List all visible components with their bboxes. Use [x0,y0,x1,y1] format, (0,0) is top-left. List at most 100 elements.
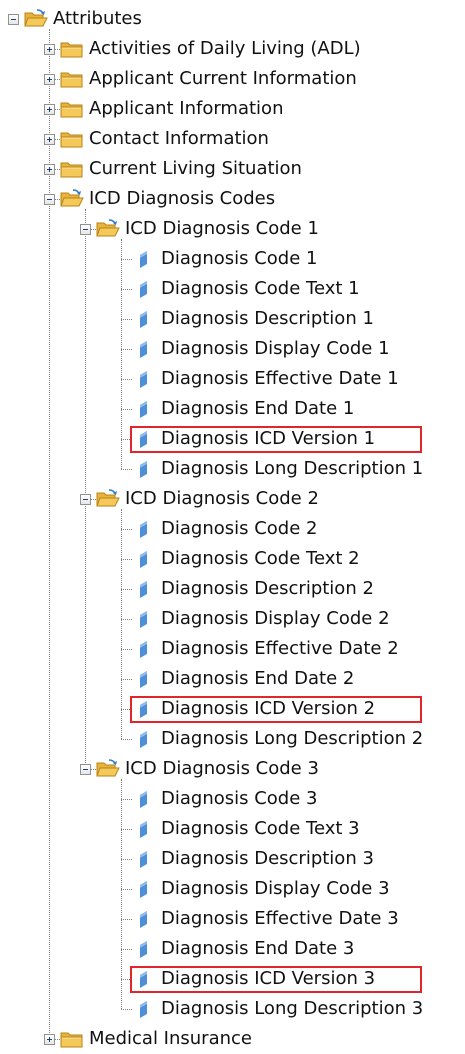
expand-toggle-applicant-information[interactable] [44,104,55,115]
tree-node-label: Applicant Information [89,98,284,119]
folder-open-icon [96,759,120,779]
expand-toggle-activities-of-daily-living-adl[interactable] [44,44,55,55]
folder-open-icon [24,9,48,29]
tree-node-label: Diagnosis Effective Date 1 [161,368,399,389]
tree-node-diagnosis-code-text-3[interactable]: Diagnosis Code Text 3 [160,814,361,844]
tree-connector-line [121,319,132,320]
folder-icon [60,69,84,89]
tree-node-applicant-current-information[interactable]: Applicant Current Information [88,64,358,94]
collapse-toggle-icd-diagnosis-code-3[interactable] [80,764,91,775]
tree-node-label: Diagnosis Description 3 [161,848,374,869]
tree-node-diagnosis-code-2[interactable]: Diagnosis Code 2 [160,514,318,544]
tree-node-label: Diagnosis Display Code 2 [161,608,390,629]
expand-toggle-medical-insurance[interactable] [44,1034,55,1045]
tree-node-diagnosis-effective-date-2[interactable]: Diagnosis Effective Date 2 [160,634,400,664]
tree-node-icd-diagnosis-codes[interactable]: ICD Diagnosis Codes [88,184,276,214]
tree-node-label: Applicant Current Information [89,68,357,89]
expand-toggle-contact-information[interactable] [44,134,55,145]
tree-connector-line [121,259,132,260]
attribute-icon [132,939,156,959]
collapse-toggle-icd-diagnosis-code-2[interactable] [80,494,91,505]
tree-node-diagnosis-description-3[interactable]: Diagnosis Description 3 [160,844,375,874]
tree-node-diagnosis-description-1[interactable]: Diagnosis Description 1 [160,304,375,334]
plus-glyph [49,107,50,112]
expand-toggle-current-living-situation[interactable] [44,164,55,175]
collapse-toggle-attributes[interactable] [8,14,19,25]
tree-node-label: Medical Insurance [89,1028,252,1049]
plus-glyph [49,167,50,172]
attribute-icon [132,999,156,1019]
attribute-icon [132,309,156,329]
tree-connector-line [121,559,132,560]
tree-node-applicant-information[interactable]: Applicant Information [88,94,284,124]
tree-node-diagnosis-long-description-2[interactable]: Diagnosis Long Description 2 [160,724,424,754]
tree-connector-line [121,409,132,410]
tree-node-diagnosis-end-date-1[interactable]: Diagnosis End Date 1 [160,394,355,424]
tree-node-diagnosis-display-code-3[interactable]: Diagnosis Display Code 3 [160,874,391,904]
tree-connector-line [121,919,132,920]
attribute-icon [132,729,156,749]
folder-icon [60,159,84,179]
tree-connector-line [121,469,132,470]
tree-connector-line [85,209,86,769]
attribute-icon [132,249,156,269]
tree-connector-line [121,799,132,800]
attribute-icon [132,639,156,659]
tree-node-diagnosis-long-description-1[interactable]: Diagnosis Long Description 1 [160,454,424,484]
tree-connector-line [121,679,132,680]
plus-glyph [49,137,50,142]
tree-node-label: Diagnosis Display Code 3 [161,878,390,899]
tree-connector-line [121,829,132,830]
tree-node-diagnosis-code-1[interactable]: Diagnosis Code 1 [160,244,318,274]
tree-connector-line [121,859,132,860]
tree-node-label: Diagnosis Code Text 1 [161,278,360,299]
tree-node-diagnosis-code-3[interactable]: Diagnosis Code 3 [160,784,318,814]
folder-icon [60,99,84,119]
tree-node-current-living-situation[interactable]: Current Living Situation [88,154,303,184]
attribute-icon [132,879,156,899]
tree-node-diagnosis-end-date-2[interactable]: Diagnosis End Date 2 [160,664,355,694]
tree-node-label: Diagnosis Code 3 [161,788,318,809]
tree-node-icd-diagnosis-code-2[interactable]: ICD Diagnosis Code 2 [124,484,320,514]
attribute-icon [132,909,156,929]
tree-node-diagnosis-long-description-3[interactable]: Diagnosis Long Description 3 [160,994,424,1024]
collapse-toggle-icd-diagnosis-codes[interactable] [44,194,55,205]
tree-node-activities-of-daily-living-adl[interactable]: Activities of Daily Living (ADL) [88,34,362,64]
folder-icon [60,129,84,149]
tree-node-diagnosis-end-date-3[interactable]: Diagnosis End Date 3 [160,934,355,964]
tree-node-diagnosis-effective-date-3[interactable]: Diagnosis Effective Date 3 [160,904,400,934]
attribute-icon [132,279,156,299]
highlight-box [130,426,422,453]
tree-node-icd-diagnosis-code-1[interactable]: ICD Diagnosis Code 1 [124,214,320,244]
tree-node-attributes[interactable]: Attributes [52,4,143,34]
attribute-icon [132,819,156,839]
attribute-icon [132,579,156,599]
tree-node-label: Diagnosis Description 2 [161,578,374,599]
tree-node-label: Diagnosis Effective Date 3 [161,908,399,929]
attribute-icon [132,789,156,809]
tree-node-label: Diagnosis Long Description 2 [161,728,424,749]
tree-node-diagnosis-display-code-2[interactable]: Diagnosis Display Code 2 [160,604,391,634]
minus-glyph [47,199,52,200]
tree-node-contact-information[interactable]: Contact Information [88,124,270,154]
tree-node-label: ICD Diagnosis Codes [89,188,276,209]
tree-node-diagnosis-effective-date-1[interactable]: Diagnosis Effective Date 1 [160,364,400,394]
tree-node-label: Diagnosis Code 1 [161,248,318,269]
expand-toggle-applicant-current-information[interactable] [44,74,55,85]
tree-node-icd-diagnosis-code-3[interactable]: ICD Diagnosis Code 3 [124,754,320,784]
tree-connector-line [121,779,122,1009]
tree-connector-line [121,289,132,290]
tree-connector-line [121,589,132,590]
tree-node-diagnosis-display-code-1[interactable]: Diagnosis Display Code 1 [160,334,391,364]
plus-glyph [49,47,50,52]
collapse-toggle-icd-diagnosis-code-1[interactable] [80,224,91,235]
tree-node-label: Diagnosis End Date 2 [161,668,355,689]
tree-node-medical-insurance[interactable]: Medical Insurance [88,1024,253,1054]
tree-node-label: Diagnosis Long Description 1 [161,458,424,479]
tree-node-diagnosis-description-2[interactable]: Diagnosis Description 2 [160,574,375,604]
minus-glyph [11,19,16,20]
highlight-box [130,966,422,993]
tree-node-diagnosis-code-text-2[interactable]: Diagnosis Code Text 2 [160,544,361,574]
tree-node-diagnosis-code-text-1[interactable]: Diagnosis Code Text 1 [160,274,361,304]
tree-node-label: Diagnosis Display Code 1 [161,338,390,359]
